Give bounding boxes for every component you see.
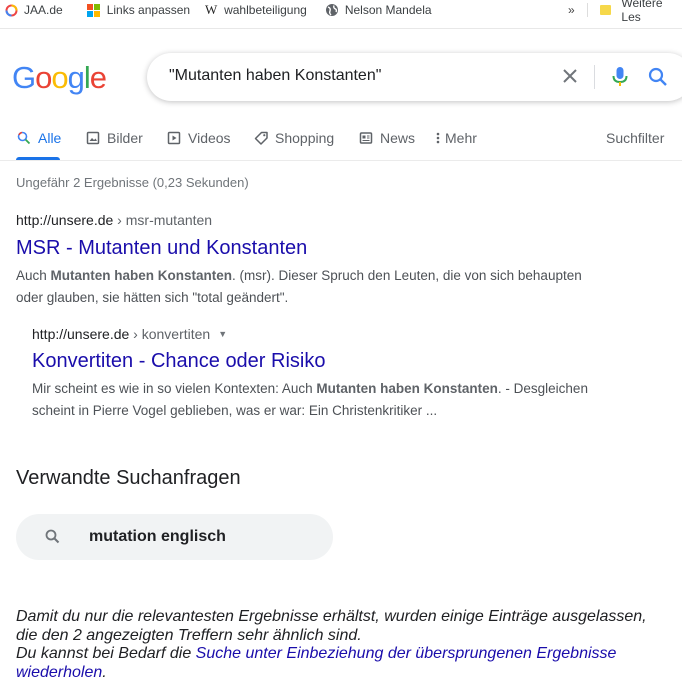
other-bookmarks-label: Weitere Les — [621, 0, 663, 24]
tab-label: Bilder — [107, 130, 143, 146]
globe-icon — [325, 3, 339, 17]
search-icon — [16, 130, 32, 146]
windows-icon — [87, 3, 101, 17]
tab-label: Alle — [38, 130, 62, 146]
logo-letter: G — [12, 60, 36, 95]
result-url[interactable]: http://unsere.de › msr-mutanten — [16, 212, 212, 228]
result-url[interactable]: http://unsere.de › konvertiten ▼ — [32, 326, 227, 342]
tab-label: Videos — [188, 130, 231, 146]
logo-letter: e — [89, 60, 107, 95]
caret-down-icon[interactable]: ▼ — [218, 329, 227, 339]
logo-letter: o — [51, 60, 68, 95]
logo-letter: o — [35, 60, 52, 95]
notice-line: Damit du nur die relevantesten Ergebniss… — [16, 608, 647, 625]
result-path: › msr-mutanten — [113, 212, 213, 228]
tab-alle[interactable]: Alle — [16, 130, 61, 146]
tab-videos[interactable]: Videos — [166, 130, 231, 146]
result-title-link[interactable]: Konvertiten - Chance oder Risiko — [32, 350, 325, 373]
bookmark-label: Nelson Mandela — [344, 3, 432, 17]
snippet-text: . (msr). Dieser Spruch den Leuten, die v… — [232, 268, 582, 283]
result-site: http://unsere.de — [32, 326, 130, 342]
snippet-text: Auch — [16, 268, 51, 283]
bookmarks-overflow-button[interactable]: » — [568, 3, 575, 17]
tab-news[interactable]: News — [358, 130, 415, 146]
related-search-item[interactable]: mutation englisch — [16, 514, 333, 560]
bookmarks-bar: JAA.de Links anpassen W wahlbeteiligung … — [0, 0, 682, 20]
snippet-line: Mir scheint es wie in so vielen Kontexte… — [32, 378, 632, 400]
other-bookmarks[interactable]: Weitere Les — [600, 0, 682, 24]
snippet-highlight: Mutanten haben Konstanten — [50, 268, 233, 283]
related-search-label: mutation englisch — [89, 528, 226, 545]
wikipedia-icon: W — [204, 2, 218, 17]
divider — [0, 28, 682, 29]
result-stats: Ungefähr 2 Ergebnisse (0,23 Sekunden) — [16, 175, 249, 190]
news-icon — [358, 130, 374, 146]
tab-shopping[interactable]: Shopping — [253, 130, 334, 146]
close-icon[interactable] — [560, 66, 580, 86]
result-snippet: Mir scheint es wie in so vielen Kontexte… — [32, 378, 632, 422]
tab-label: Shopping — [275, 130, 335, 146]
snippet-line: Auch Mutanten haben Konstanten. (msr). D… — [16, 265, 616, 287]
omitted-results-notice: Damit du nur die relevantesten Ergebniss… — [16, 608, 676, 680]
folder-icon — [600, 5, 612, 15]
snippet-line: scheint in Pierre Vogel geblieben, was e… — [32, 403, 438, 418]
search-box[interactable]: "Mutanten haben Konstanten" — [147, 53, 682, 101]
search-icon[interactable] — [647, 66, 669, 88]
bookmark-label: wahlbeteiligung — [224, 3, 307, 17]
video-icon — [166, 130, 182, 146]
microphone-icon[interactable] — [610, 65, 630, 89]
search-icon — [44, 528, 62, 546]
tab-label: News — [380, 130, 416, 146]
notice-line: die den 2 angezeigten Treffern sehr ähnl… — [16, 626, 362, 644]
repeat-search-link[interactable]: Suche unter Einbeziehung der übersprunge… — [196, 645, 617, 662]
snippet-text: . - Desgleichen — [497, 381, 588, 396]
google-logo[interactable]: Google — [12, 60, 107, 96]
notice-line: wiederholen. — [16, 664, 676, 680]
tab-mehr[interactable]: Mehr — [434, 130, 477, 146]
notice-text: . — [102, 663, 107, 680]
bookmarks-divider — [587, 3, 588, 17]
snippet-line: oder glauben, sie hätten sich "total geä… — [16, 290, 289, 305]
tabs-divider — [0, 160, 682, 161]
bookmark-links-anpassen[interactable]: Links anpassen — [87, 3, 190, 17]
result-path: › konvertiten — [129, 326, 211, 342]
notice-line: Du kannst bei Bedarf die Suche unter Ein… — [16, 645, 676, 664]
result-title-link[interactable]: MSR - Mutanten und Konstanten — [16, 237, 307, 260]
related-searches-heading: Verwandte Suchanfragen — [16, 467, 241, 489]
tag-icon — [253, 130, 269, 146]
image-icon — [85, 130, 101, 146]
tab-bilder[interactable]: Bilder — [85, 130, 143, 146]
result-site: http://unsere.de — [16, 212, 114, 228]
search-input[interactable]: "Mutanten haben Konstanten" — [169, 67, 381, 85]
notice-text: Du kannst bei Bedarf die — [16, 645, 196, 662]
bookmark-label: JAA.de — [24, 3, 63, 17]
logo-letter: g — [67, 60, 85, 95]
result-snippet: Auch Mutanten haben Konstanten. (msr). D… — [16, 265, 616, 309]
bookmark-nelson-mandela[interactable]: Nelson Mandela — [325, 3, 432, 17]
bookmark-wahlbeteiligung[interactable]: W wahlbeteiligung — [204, 2, 307, 17]
search-tabs: Alle Bilder Videos Shopping News Mehr — [0, 126, 682, 160]
repeat-search-link[interactable]: wiederholen — [16, 664, 102, 680]
search-divider — [594, 65, 595, 89]
snippet-text: Mir scheint es wie in so vielen Kontexte… — [32, 381, 317, 396]
bookmark-jaa[interactable]: JAA.de — [4, 3, 63, 17]
more-vertical-icon — [434, 130, 442, 146]
bookmark-label: Links anpassen — [106, 3, 191, 17]
jaa-icon — [4, 3, 18, 17]
tab-label: Mehr — [445, 130, 477, 146]
suchfilter-button[interactable]: Suchfilter — [606, 130, 664, 146]
snippet-highlight: Mutanten haben Konstanten — [316, 381, 498, 396]
